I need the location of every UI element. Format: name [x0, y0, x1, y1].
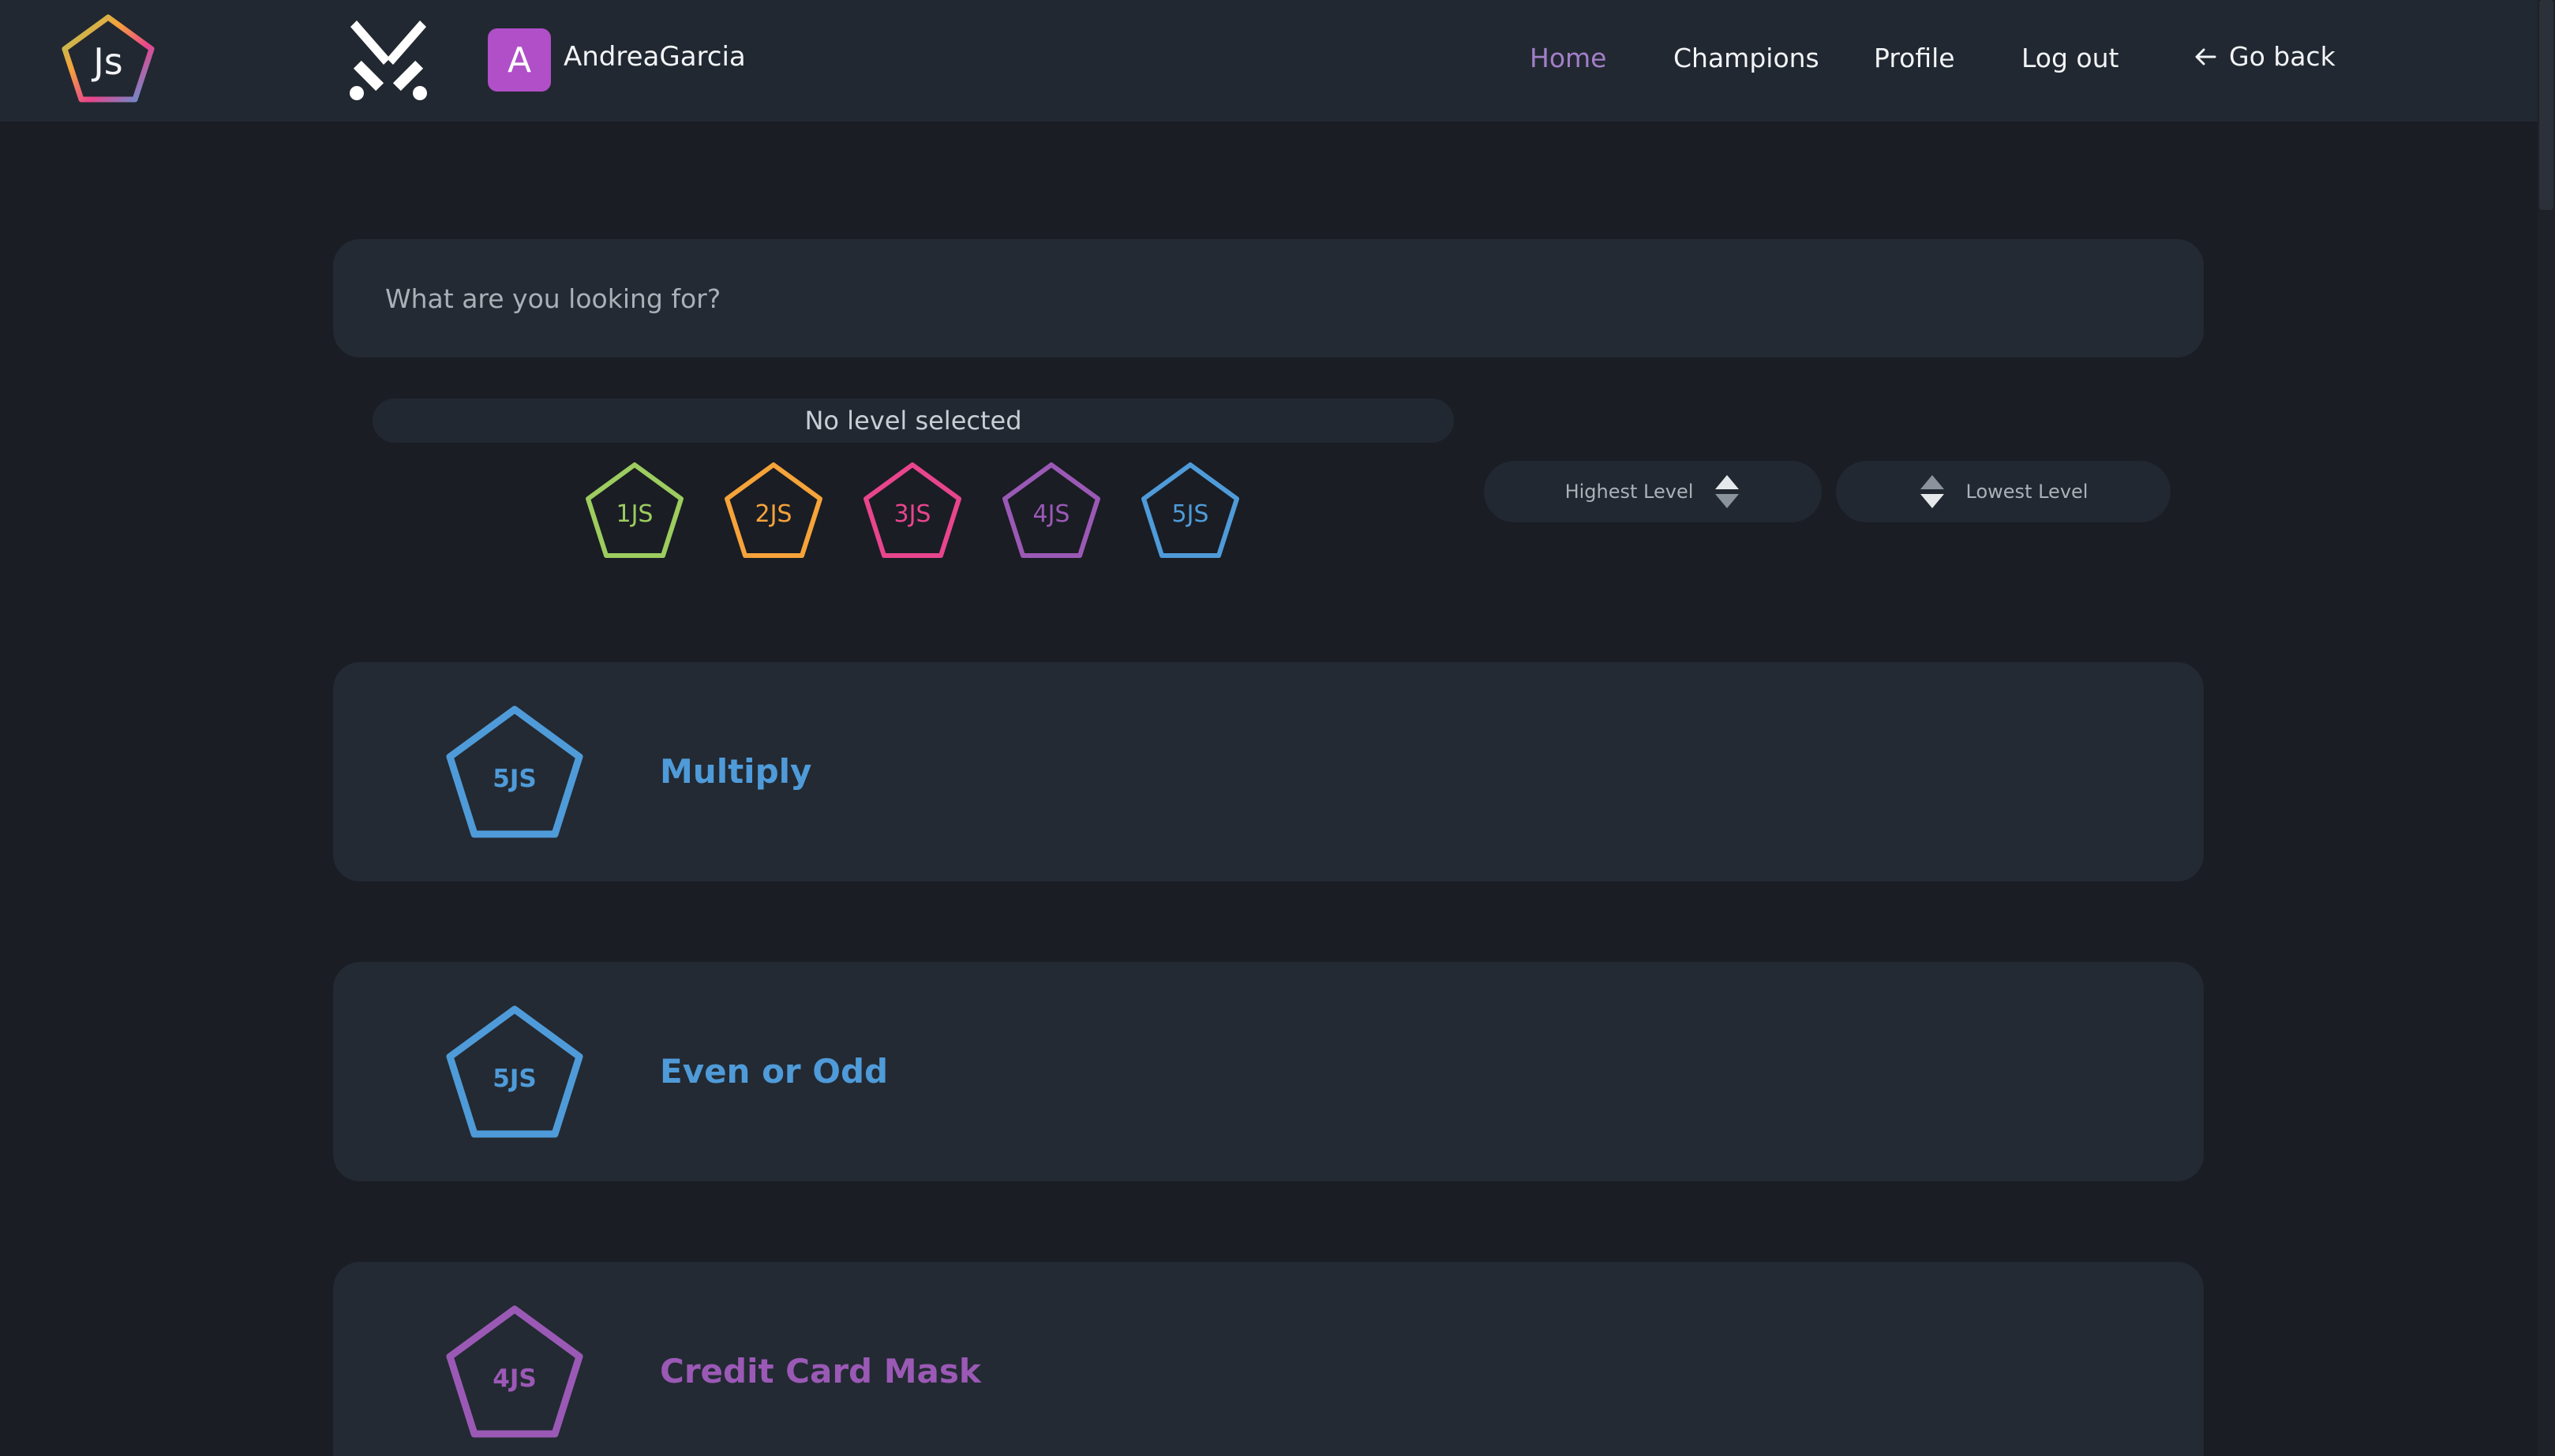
user-avatar[interactable]: A	[488, 28, 551, 92]
sort-arrows-icon	[1920, 475, 1944, 508]
sort-lowest-level-button[interactable]: Lowest Level	[1836, 461, 2171, 522]
level-filter-1js[interactable]: 1JS	[583, 461, 686, 560]
level-filter-4js[interactable]: 4JS	[1000, 461, 1103, 560]
level-label: 4JS	[1033, 500, 1070, 528]
nav-profile-link[interactable]: Profile	[1874, 43, 1955, 73]
scrollbar-thumb[interactable]	[2539, 0, 2553, 210]
scrollbar-track[interactable]	[2538, 0, 2555, 1456]
top-navbar: Js A AndreaGarcia Home Champions Profile…	[0, 0, 2555, 122]
sort-highest-level-button[interactable]: Highest Level	[1484, 461, 1822, 522]
level-status-bar: No level selected	[373, 399, 1454, 443]
js-logo-icon[interactable]: Js	[58, 11, 158, 110]
sort-lowest-label: Lowest Level	[1965, 481, 2089, 503]
level-badge-icon: 4JS	[444, 1304, 586, 1440]
level-label: 1JS	[616, 500, 654, 528]
challenge-level: 4JS	[493, 1364, 536, 1393]
level-filter-3js[interactable]: 3JS	[861, 461, 964, 560]
level-label: 5JS	[1172, 500, 1209, 528]
pentagon-icon: 4JS	[1002, 462, 1100, 558]
search-input[interactable]	[333, 239, 2204, 357]
level-badge-icon: 5JS	[444, 1005, 586, 1140]
challenge-level: 5JS	[493, 1065, 536, 1093]
level-filter-5js[interactable]: 5JS	[1139, 461, 1242, 560]
challenge-card[interactable]: 5JS Multiply	[333, 662, 2204, 881]
nav-logout-link[interactable]: Log out	[2021, 43, 2119, 73]
challenge-title[interactable]: Multiply	[660, 752, 811, 791]
go-back-label: Go back	[2229, 41, 2336, 72]
logo-text: Js	[91, 40, 123, 83]
challenge-title[interactable]: Even or Odd	[660, 1052, 888, 1091]
nav-home-link[interactable]: Home	[1530, 43, 1606, 73]
level-badge-icon: 5JS	[444, 705, 586, 840]
pentagon-icon: 3JS	[864, 462, 961, 558]
level-label: 3JS	[894, 500, 931, 528]
arrow-left-icon	[2195, 48, 2216, 65]
pentagon-icon: 2JS	[725, 462, 822, 558]
crossed-swords-icon	[344, 16, 433, 104]
challenge-card[interactable]: 5JS Even or Odd	[333, 962, 2204, 1181]
sort-highest-label: Highest Level	[1564, 481, 1694, 503]
challenge-card[interactable]: 4JS Credit Card Mask	[333, 1262, 2204, 1456]
pentagon-icon: 5JS	[1141, 462, 1239, 558]
level-filter-2js[interactable]: 2JS	[722, 461, 825, 560]
go-back-button[interactable]: Go back	[2193, 41, 2336, 72]
username[interactable]: AndreaGarcia	[564, 41, 746, 73]
challenge-level: 5JS	[493, 765, 536, 793]
sort-arrows-icon	[1715, 475, 1740, 508]
nav-champions-link[interactable]: Champions	[1673, 43, 1819, 73]
level-label: 2JS	[755, 500, 792, 528]
challenge-title[interactable]: Credit Card Mask	[660, 1352, 981, 1390]
pentagon-icon: 1JS	[586, 462, 684, 558]
